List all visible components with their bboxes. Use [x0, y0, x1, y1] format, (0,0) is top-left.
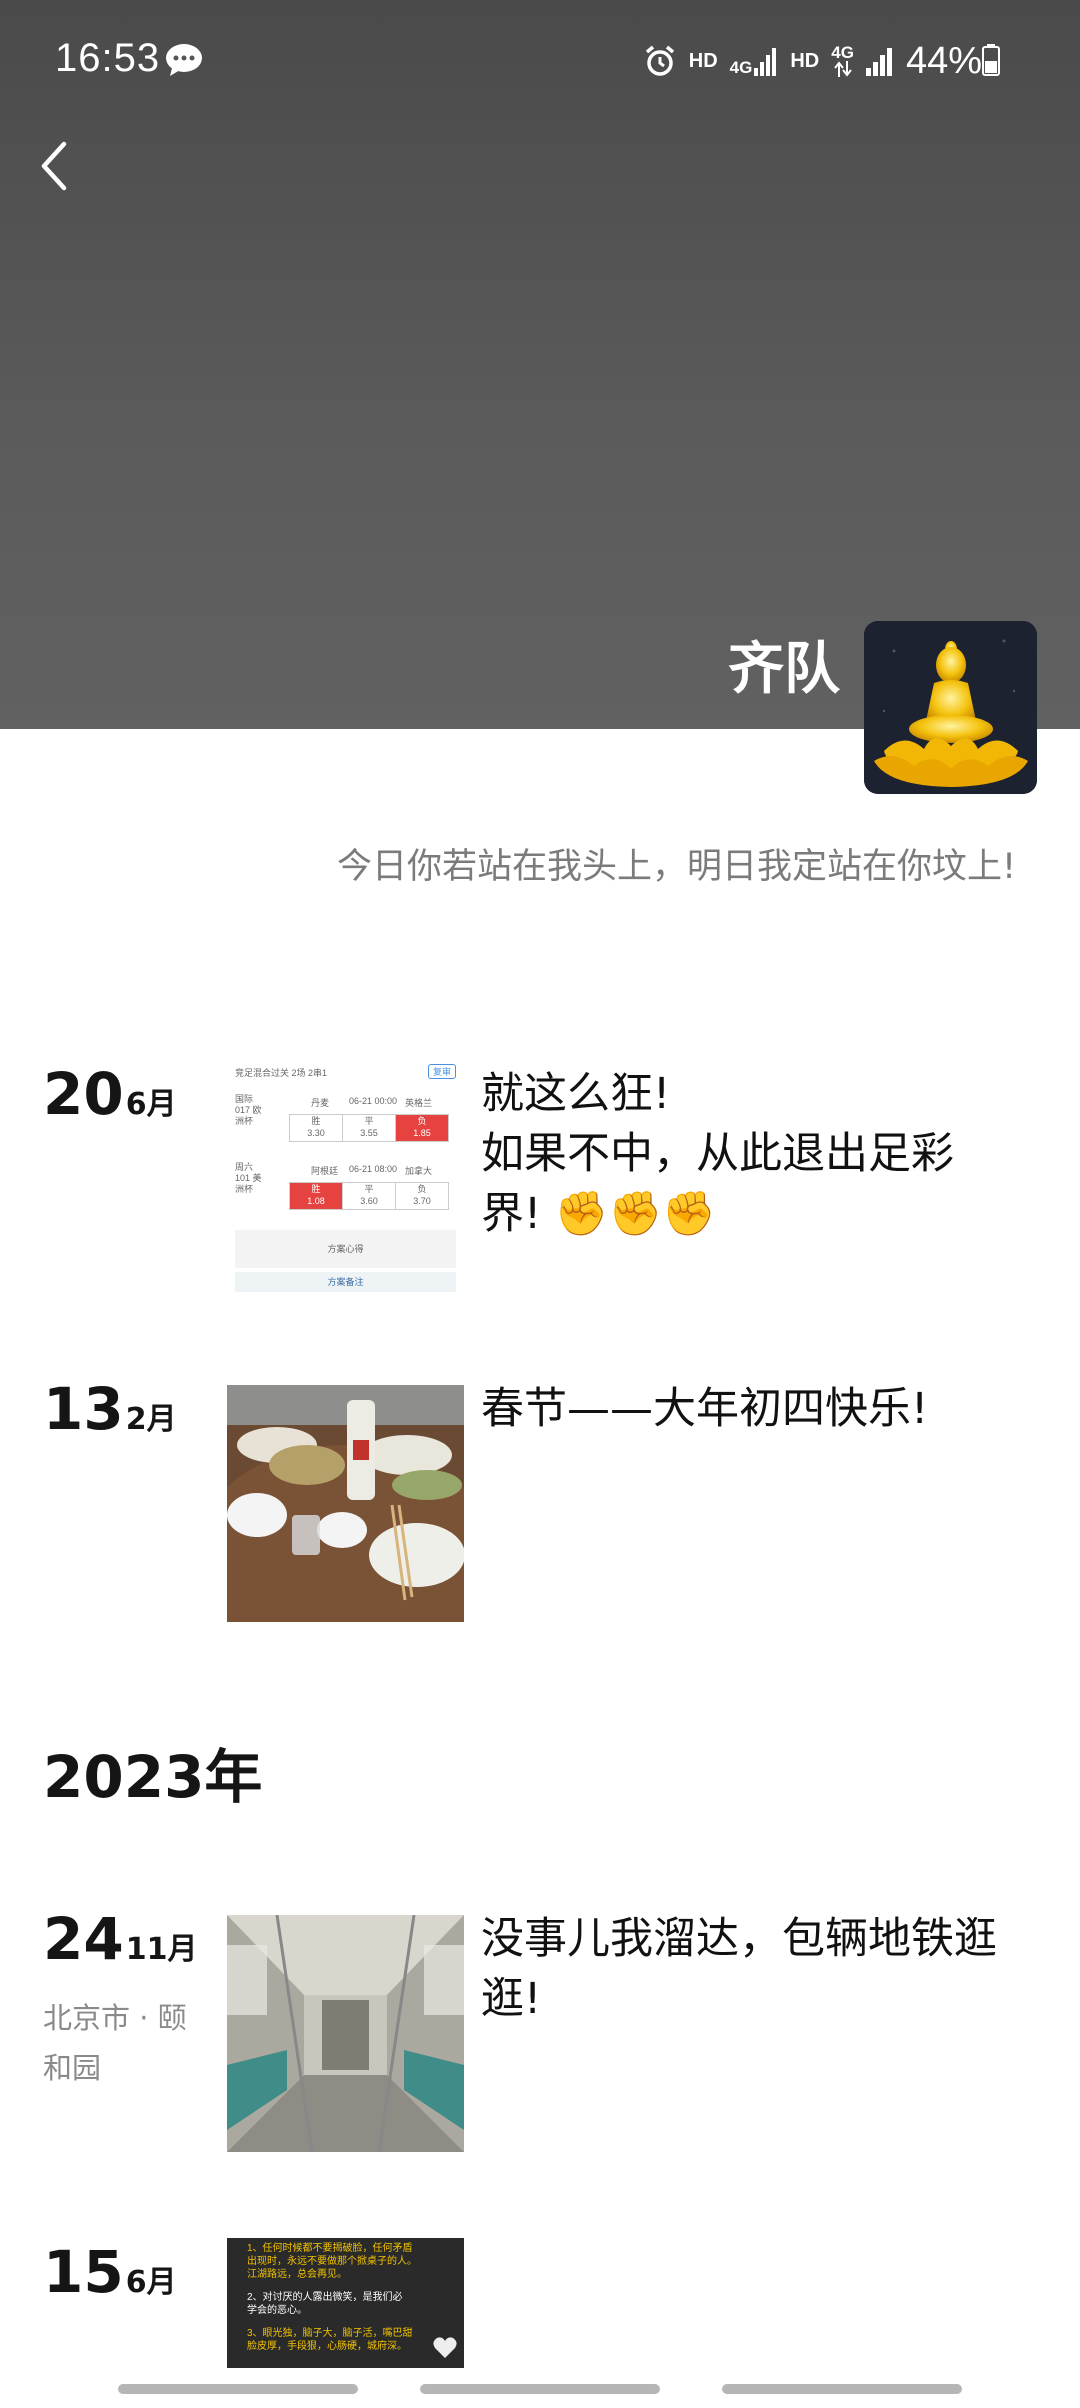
status-indicators: HD 4G HD 4G 44%: [643, 38, 982, 84]
data-arrows-icon: [833, 61, 852, 77]
post-thumbnail[interactable]: [227, 1385, 464, 1622]
thumb-opt: 负: [417, 1116, 427, 1126]
post-date: 2411月: [43, 1905, 197, 1973]
post-thumbnail[interactable]: [227, 1915, 464, 2152]
thumb-opt: 平: [364, 1116, 374, 1126]
thumb-home: 丹麦: [311, 1098, 330, 1108]
nav-pill-right[interactable]: [722, 2384, 962, 2394]
post-thumbnail[interactable]: 1、任何时候都不要揭破脸，任何矛盾 出现时，永远不要做那个掀桌子的人。 江湖路远…: [227, 2238, 464, 2368]
post-day: 15: [43, 2238, 124, 2306]
thumb-text-line: 2、对讨厌的人露出微笑，是我们必: [247, 2292, 403, 2303]
nav-pill-center[interactable]: [420, 2384, 660, 2394]
post-text-line: 如果不中，从此退出足彩: [481, 1129, 954, 1179]
post-text-line: 逛!: [481, 1974, 542, 2024]
thumb-opt: 负: [417, 1184, 427, 1194]
hd-label: HD: [688, 49, 718, 72]
status-time: 16:53: [55, 36, 161, 80]
thumb-text-line: 3、眼光独，脑子大，脑子活，嘴巴甜: [247, 2328, 413, 2339]
post-day: 20: [43, 1060, 124, 1128]
chat-notification-icon: [166, 44, 202, 76]
thumb-away: 英格兰: [405, 1098, 433, 1108]
thumb-text-line: 学会的恶心。: [247, 2305, 307, 2316]
thumb-opt: 胜: [311, 1116, 321, 1126]
thumb-odds: 3.60: [360, 1196, 378, 1206]
thumb-opt: 胜: [311, 1184, 321, 1194]
thumb-league: 国际017 欧洲杯: [235, 1094, 262, 1126]
alarm-icon: [645, 45, 674, 76]
thumb-text-line: 出现时，永远不要做那个掀桌子的人。: [247, 2256, 417, 2267]
moment-post[interactable]: 2411月 北京市 · 颐和园 没事儿我溜达，包辆地铁逛 逛!: [0, 1905, 1080, 2165]
thumb-odds: 1.08: [307, 1196, 325, 1206]
thumb-home: 阿根廷: [311, 1166, 339, 1176]
thumb-time: 06-21 08:00: [349, 1164, 398, 1174]
moment-post[interactable]: 206月 竞足混合过关 2场 2串1 复审 国际017 欧洲杯 丹麦 06-21…: [0, 1050, 1080, 1330]
post-text-line: 没事儿我溜达，包辆地铁逛: [481, 1914, 997, 1964]
post-month: 6月: [125, 1087, 177, 1122]
year-header: 2023年: [43, 1743, 263, 1811]
thumb-text-line: 1、任何时候都不要揭破脸，任何矛盾: [247, 2243, 413, 2254]
battery-icon: [982, 44, 1000, 76]
hd-label: HD: [790, 49, 820, 72]
thumb-odds: 3.30: [307, 1128, 325, 1138]
network-type-label: 4G: [729, 58, 753, 77]
thumb-league: 周六101 美洲杯: [235, 1162, 262, 1194]
food-table-photo: [227, 1385, 464, 1622]
thumb-odds: 1.85: [413, 1128, 431, 1138]
thumb-tag: 复审: [427, 1064, 456, 1079]
post-text: 就这么狂! 如果不中，从此退出足彩 界! ✊✊✊: [481, 1064, 1041, 1244]
post-text-line: 就这么狂!: [481, 1069, 671, 1119]
profile-signature: 今日你若站在我头上，明日我定站在你坟上!: [336, 847, 1016, 887]
post-month: 6月: [125, 2265, 177, 2300]
post-day: 24: [43, 1905, 124, 1973]
profile-name[interactable]: 齐队: [728, 630, 840, 710]
thumb-away: 加拿大: [405, 1166, 433, 1176]
post-month: 2月: [125, 1402, 177, 1437]
heart-icon: [433, 2337, 457, 2358]
post-text: 春节——大年初四快乐!: [481, 1379, 1041, 1439]
post-date: 132月: [43, 1375, 177, 1443]
post-month: 11月: [125, 1932, 198, 1967]
post-day: 13: [43, 1375, 124, 1443]
thumb-text-line: 脸皮厚，手段狠，心肠硬，城府深。: [247, 2341, 407, 2352]
moment-post[interactable]: 132月 春节——大年初四快乐!: [0, 1375, 1080, 1635]
network-type-label: 4G: [831, 43, 854, 62]
thumb-note: 方案心得: [235, 1230, 456, 1268]
thumb-odds: 3.55: [360, 1128, 378, 1138]
thumb-odds: 3.70: [413, 1196, 431, 1206]
post-thumbnail[interactable]: 竞足混合过关 2场 2串1 复审 国际017 欧洲杯 丹麦 06-21 00:0…: [227, 1060, 464, 1297]
status-bar: 16:53 HD 4G HD 4G 44%: [0, 0, 1080, 120]
post-date: 156月: [43, 2238, 177, 2306]
thumb-text-line: 江湖路远，总会再见。: [247, 2269, 347, 2280]
post-date: 206月: [43, 1060, 177, 1128]
subway-car-photo: [227, 1915, 464, 2152]
signal-icon: [865, 48, 892, 76]
thumb-opt: 平: [364, 1184, 374, 1194]
post-text: 没事儿我溜达，包辆地铁逛 逛!: [481, 1909, 1041, 2029]
thumb-header: 竞足混合过关 2场 2串1: [235, 1068, 328, 1078]
battery-percent: 44%: [905, 39, 982, 82]
post-location[interactable]: 北京市 · 颐和园: [43, 1993, 203, 2093]
avatar[interactable]: [864, 621, 1037, 794]
nav-pill-left[interactable]: [118, 2384, 358, 2394]
back-icon[interactable]: [34, 136, 74, 196]
thumb-time: 06-21 00:00: [349, 1096, 398, 1106]
signal-icon: [754, 48, 777, 76]
post-text-line: 界! ✊✊✊: [481, 1189, 716, 1239]
buddha-avatar-icon: [864, 621, 1037, 794]
post-text-line: 春节——大年初四快乐!: [481, 1384, 929, 1434]
moment-post[interactable]: 156月 1、任何时候都不要揭破脸，任何矛盾 出现时，永远不要做那个掀桌子的人。…: [0, 2238, 1080, 2370]
thumb-footer: 方案备注: [235, 1272, 456, 1292]
gesture-nav-bar[interactable]: [0, 2370, 1080, 2408]
